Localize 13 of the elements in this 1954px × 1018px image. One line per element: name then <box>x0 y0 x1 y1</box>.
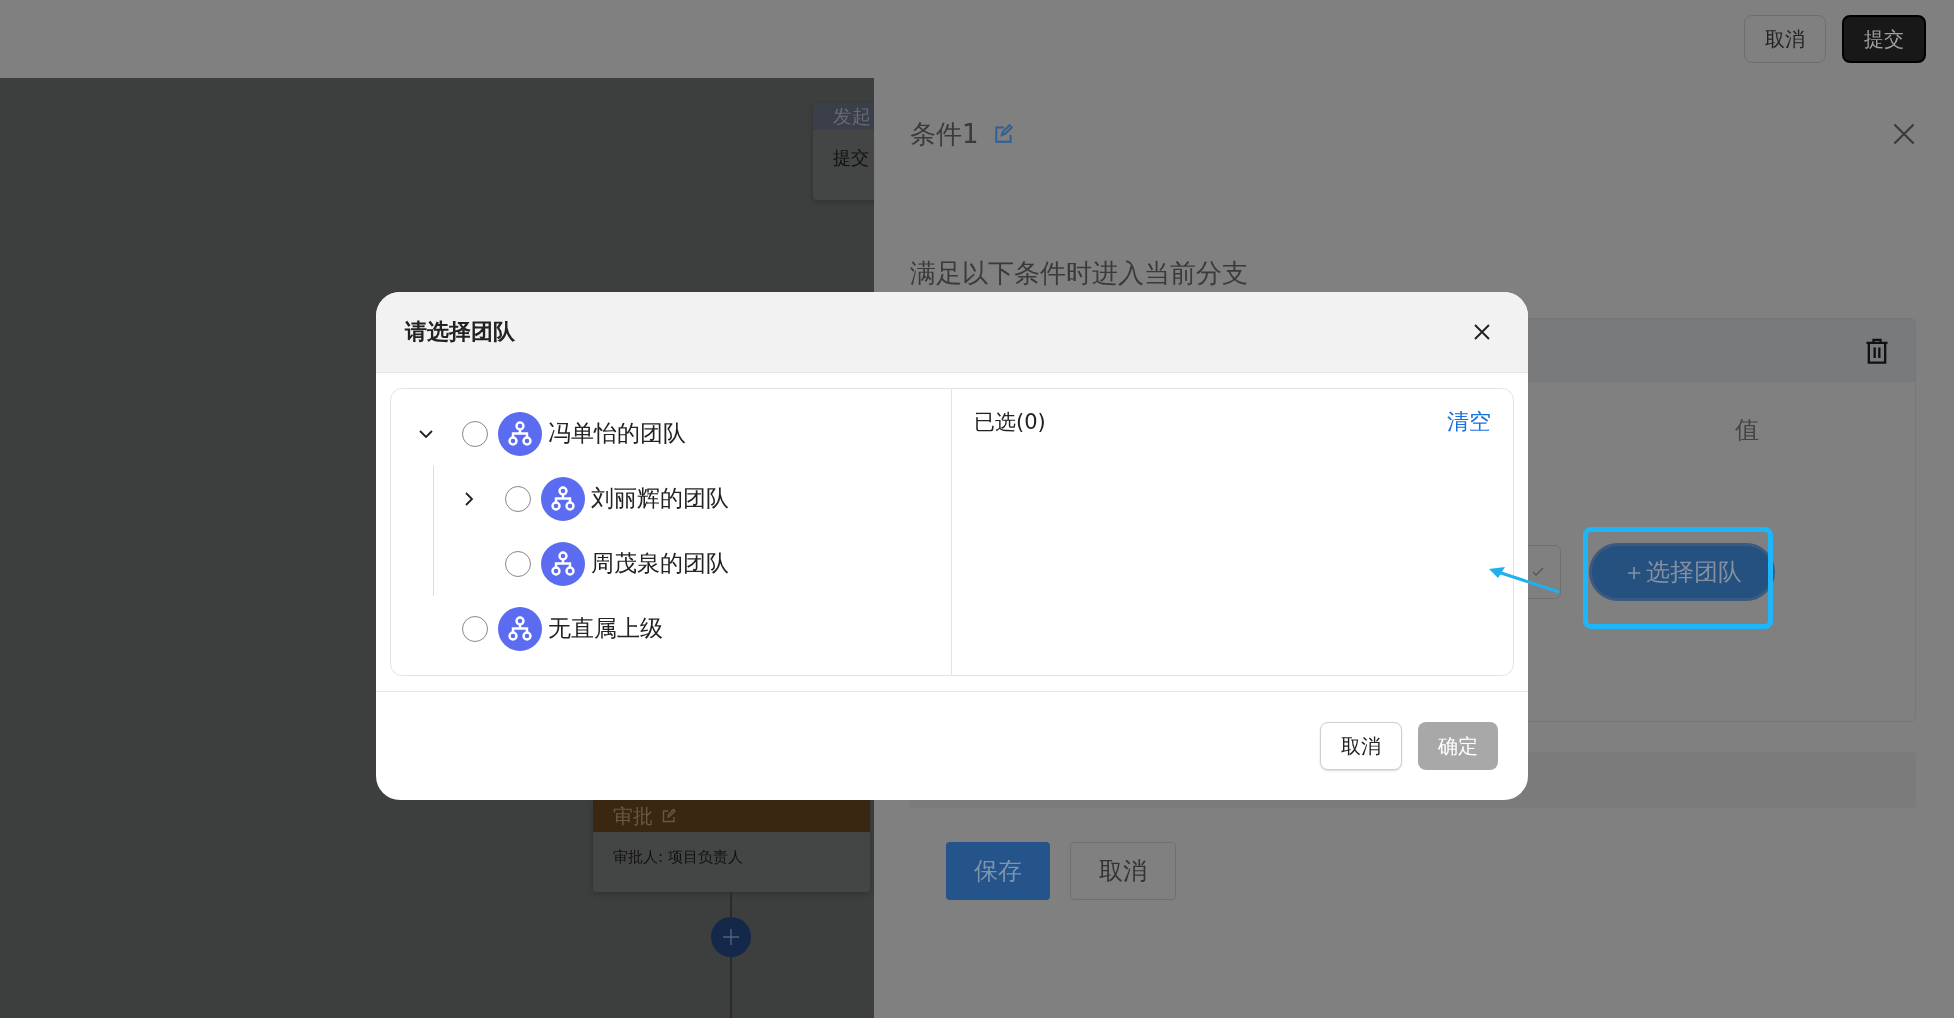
panel-title: 条件1 <box>910 117 979 151</box>
team-label[interactable]: 刘丽辉的团队 <box>591 483 729 514</box>
top-bar-button[interactable]: 取消 <box>1744 15 1826 63</box>
team-label[interactable]: 无直属上级 <box>548 613 663 644</box>
team-label[interactable]: 周茂泉的团队 <box>591 548 729 579</box>
panel-subtitle: 满足以下条件时进入当前分支 <box>910 257 1249 290</box>
dialog-title: 请选择团队 <box>405 318 515 346</box>
clear-link[interactable]: 清空 <box>1447 407 1491 437</box>
selected-count: 已选(0) <box>974 409 1046 436</box>
top-bar-button[interactable]: 提交 <box>1842 15 1926 63</box>
team-label[interactable]: 冯单怡的团队 <box>548 418 686 449</box>
dialog-button[interactable]: 取消 <box>1320 722 1402 770</box>
column-header: 值 <box>1735 415 1759 446</box>
